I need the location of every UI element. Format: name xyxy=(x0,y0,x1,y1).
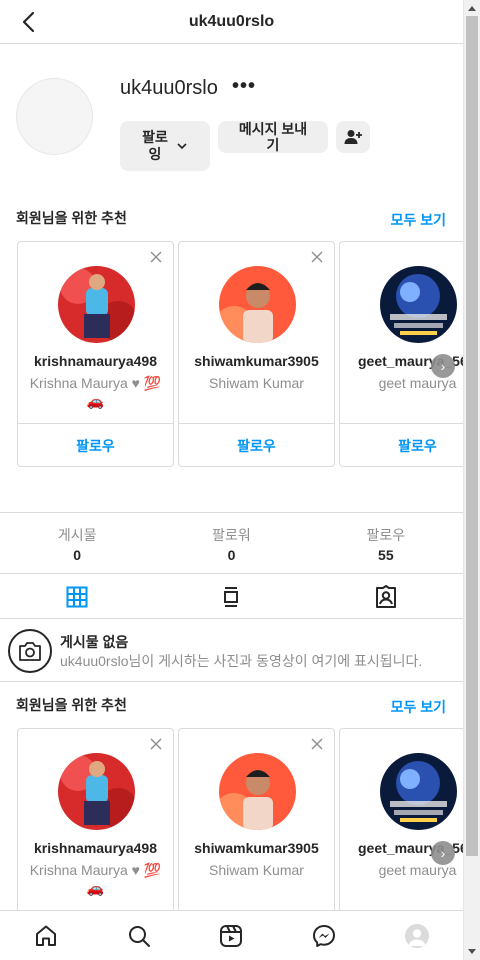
nav-profile[interactable] xyxy=(370,911,463,960)
messenger-icon xyxy=(313,924,336,947)
suggestion-avatar[interactable] xyxy=(219,753,296,830)
search-icon xyxy=(128,925,150,947)
profile-avatar-icon xyxy=(404,923,429,948)
suggestion-username[interactable]: shiwamkumar3905 xyxy=(179,353,334,369)
following-label-line2: 잉 xyxy=(148,146,162,162)
suggestion-fullname-text: Krishna Maurya ♥ 💯 xyxy=(29,862,162,878)
suggestion-username[interactable]: krishnamaurya498 xyxy=(18,840,173,856)
scrollbar-thumb[interactable] xyxy=(466,16,478,856)
suggestion-emoji: 🚗 xyxy=(86,393,105,409)
feed-icon xyxy=(224,586,239,607)
nav-search[interactable] xyxy=(93,911,186,960)
following-button-label: 팔로 잉 xyxy=(142,129,168,163)
suggestion-avatar[interactable] xyxy=(380,266,457,343)
empty-description: uk4uu0rslo님이 게시하는 사진과 동영상이 여기에 표시됩니다. xyxy=(60,653,423,669)
tab-posts-grid[interactable] xyxy=(0,575,154,618)
suggestion-avatar[interactable] xyxy=(380,753,457,830)
suggestions-header: 회원님을 위한 추천 모두 보기 xyxy=(16,208,446,228)
see-all-link[interactable]: 모두 보기 xyxy=(391,697,446,717)
top-bar: uk4uu0rslo xyxy=(0,0,463,44)
suggestion-fullname: Krishna Maurya ♥ 💯 🚗 xyxy=(22,861,169,897)
stat-value: 55 xyxy=(378,547,394,563)
chevron-down-icon xyxy=(177,143,187,150)
stat-followers[interactable]: 팔로워 0 xyxy=(154,513,308,573)
see-all-link[interactable]: 모두 보기 xyxy=(391,210,446,230)
add-user-button[interactable] xyxy=(336,121,370,153)
vertical-scrollbar[interactable] xyxy=(463,0,480,960)
nav-reels[interactable] xyxy=(185,911,278,960)
suggestion-username[interactable]: krishnamaurya498 xyxy=(18,353,173,369)
reels-icon xyxy=(220,924,243,947)
close-icon[interactable] xyxy=(149,250,163,264)
suggestion-avatar[interactable] xyxy=(219,266,296,343)
message-label-line1: 메시지 보내 xyxy=(238,121,308,137)
follow-button[interactable]: 팔로우 xyxy=(179,424,334,468)
nav-messenger[interactable] xyxy=(278,911,371,960)
message-button-label: 메시지 보내 기 xyxy=(239,121,307,153)
scroll-up-arrow-icon[interactable] xyxy=(468,6,476,11)
profile-username: uk4uu0rslo xyxy=(120,77,218,99)
suggestions-title: 회원님을 위한 추천 xyxy=(16,697,127,713)
stat-posts: 게시물 0 xyxy=(0,513,154,573)
grid-icon xyxy=(66,586,88,607)
suggestions-title: 회원님을 위한 추천 xyxy=(16,210,127,226)
suggestions-header: 회원님을 위한 추천 모두 보기 xyxy=(16,695,446,715)
suggestion-card: shiwamkumar3905 Shiwam Kumar 팔로우 xyxy=(178,241,335,467)
carousel-next-icon[interactable]: › xyxy=(431,841,455,865)
carousel-next-icon[interactable]: › xyxy=(431,354,455,378)
camera-icon xyxy=(8,629,52,673)
close-icon[interactable] xyxy=(310,737,324,751)
following-label-line1: 팔로 xyxy=(142,129,168,145)
suggestion-avatar[interactable] xyxy=(58,753,135,830)
suggestion-fullname: Shiwam Kumar xyxy=(209,862,304,878)
tab-tagged[interactable] xyxy=(309,575,463,618)
profile-tabs xyxy=(0,575,463,619)
tab-feed[interactable] xyxy=(154,575,308,618)
empty-posts-state: 게시물 없음 uk4uu0rslo님이 게시하는 사진과 동영상이 여기에 표시… xyxy=(0,620,463,682)
scroll-down-arrow-icon[interactable] xyxy=(468,949,476,954)
stat-label: 팔로워 xyxy=(212,527,251,543)
suggestion-emoji: 🚗 xyxy=(86,880,105,896)
stat-value: 0 xyxy=(73,547,82,563)
profile-stats: 게시물 0 팔로워 0 팔로우 55 xyxy=(0,512,463,574)
suggestion-fullname-text: Krishna Maurya ♥ 💯 xyxy=(29,375,162,391)
tagged-icon xyxy=(375,584,396,608)
back-arrow-icon[interactable] xyxy=(18,10,42,34)
suggestion-card: krishnamaurya498 Krishna Maurya ♥ 💯 🚗 팔로… xyxy=(17,241,174,467)
close-icon[interactable] xyxy=(149,737,163,751)
suggestion-card: geet_maurya_56 geet maurya › 팔로우 xyxy=(339,241,463,467)
nav-home[interactable] xyxy=(0,911,93,960)
bottom-navigation xyxy=(0,910,463,960)
home-icon xyxy=(36,925,57,946)
following-button[interactable]: 팔로 잉 xyxy=(120,121,210,171)
close-icon[interactable] xyxy=(310,250,324,264)
profile-page: uk4uu0rslo uk4uu0rslo ••• 팔로 잉 메시지 보내 기 xyxy=(0,0,463,960)
suggestions-carousel: krishnamaurya498 Krishna Maurya ♥ 💯 🚗 팔로… xyxy=(17,241,463,469)
stat-label: 게시물 xyxy=(57,527,97,543)
more-options-icon[interactable]: ••• xyxy=(232,75,256,98)
suggestion-fullname: Shiwam Kumar xyxy=(209,375,304,391)
stat-following[interactable]: 팔로우 55 xyxy=(309,513,463,573)
profile-avatar xyxy=(16,78,93,155)
message-button[interactable]: 메시지 보내 기 xyxy=(218,121,328,153)
suggestion-fullname: Krishna Maurya ♥ 💯 🚗 xyxy=(22,374,169,410)
stat-value: 0 xyxy=(227,547,236,563)
page-title: uk4uu0rslo xyxy=(188,12,275,30)
profile-header: uk4uu0rslo ••• 팔로 잉 메시지 보내 기 xyxy=(0,45,463,205)
follow-button[interactable]: 팔로우 xyxy=(18,424,173,468)
empty-title: 게시물 없음 xyxy=(60,634,129,650)
follow-button[interactable]: 팔로우 xyxy=(340,424,463,468)
suggestion-username[interactable]: shiwamkumar3905 xyxy=(179,840,334,856)
stat-label: 팔로우 xyxy=(366,527,406,543)
message-label-line2: 기 xyxy=(266,137,280,153)
suggestion-avatar[interactable] xyxy=(58,266,135,343)
add-user-icon xyxy=(344,130,362,144)
